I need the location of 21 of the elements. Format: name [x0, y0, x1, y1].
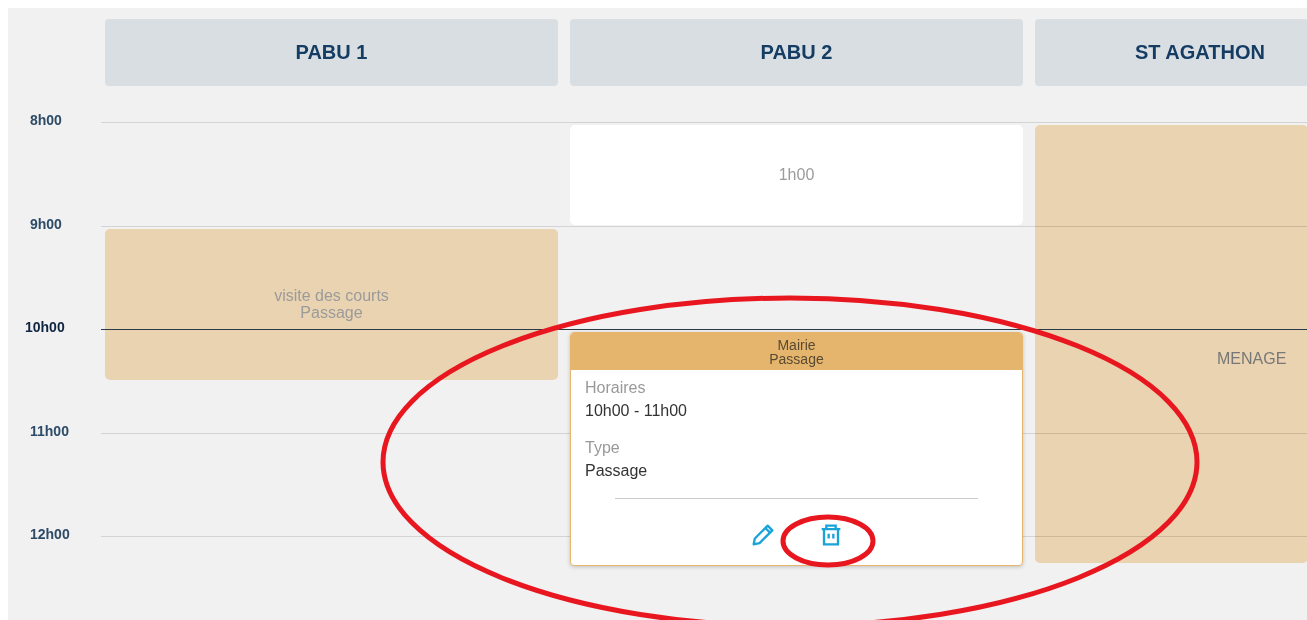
hour-label: 11h00 — [30, 422, 69, 439]
column-header: PABU 2 — [570, 19, 1023, 86]
event-block[interactable]: MENAGE — [1035, 125, 1307, 563]
column-header: ST AGATHON — [1035, 19, 1307, 86]
field-label: Horaires — [585, 378, 647, 398]
event-text: Passage — [769, 351, 824, 366]
hour-label: 8h00 — [30, 112, 62, 129]
field-value: Passage — [585, 461, 649, 481]
field-label: Type — [585, 438, 621, 458]
event-text: 1h00 — [778, 166, 815, 184]
field-value: 10h00 - 11h00 — [585, 401, 688, 421]
column-header: PABU 1 — [105, 19, 558, 86]
hour-label: 9h00 — [30, 215, 62, 232]
event-block[interactable]: visite des courts Passage — [105, 228, 558, 380]
event-text: visite des courts — [274, 287, 389, 305]
hour-label: 12h00 — [30, 526, 70, 543]
event-text: MENAGE — [1217, 349, 1287, 367]
event-text: Passage — [300, 304, 363, 322]
hour-label: 10h00 — [25, 319, 65, 336]
event-text: Mairie — [777, 337, 816, 352]
event-block[interactable]: 1h00 — [570, 125, 1023, 225]
